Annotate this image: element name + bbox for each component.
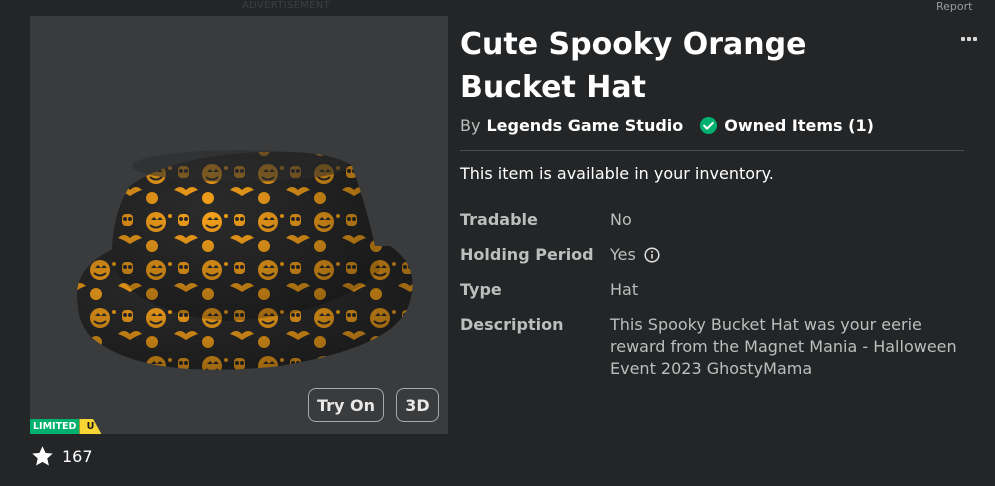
favorite-button[interactable]: 167 [30, 444, 93, 469]
by-label: By [460, 116, 481, 135]
item-title: Cute Spooky Orange Bucket Hat [460, 27, 807, 105]
try-on-button[interactable]: Try On [308, 388, 384, 422]
bucket-hat-image [76, 150, 413, 370]
owned-items-label: Owned Items (1) [724, 116, 874, 135]
creator-link[interactable]: Legends Game Studio [486, 116, 683, 135]
more-options-icon[interactable] [961, 37, 977, 41]
favorite-count: 167 [62, 447, 93, 466]
availability-text: This item is available in your inventory… [460, 164, 774, 183]
item-thumbnail: Try On 3D [30, 16, 448, 434]
holding-period-value-wrap: Yes [610, 245, 660, 264]
star-icon [32, 446, 53, 466]
description-label: Description [460, 315, 564, 334]
check-circle-icon [700, 116, 718, 135]
tradable-label: Tradable [460, 210, 538, 229]
limited-unique-label: U [79, 419, 102, 434]
limited-label: LIMITED [30, 419, 80, 434]
report-link[interactable]: Report [936, 0, 972, 13]
holding-period-value: Yes [610, 245, 636, 264]
creator-byline: By Legends Game Studio Owned Items (1) [460, 116, 874, 135]
divider [460, 150, 964, 151]
tradable-value: No [610, 210, 632, 229]
type-label: Type [460, 280, 502, 299]
view-3d-button[interactable]: 3D [396, 388, 439, 422]
info-icon[interactable] [644, 246, 660, 263]
type-value: Hat [610, 280, 639, 299]
holding-period-label: Holding Period [460, 245, 594, 264]
description-value: This Spooky Bucket Hat was your eerie re… [610, 315, 957, 378]
advertisement-label: ADVERTISEMENT [242, 0, 330, 11]
limited-u-badge: LIMITED U [30, 419, 102, 434]
